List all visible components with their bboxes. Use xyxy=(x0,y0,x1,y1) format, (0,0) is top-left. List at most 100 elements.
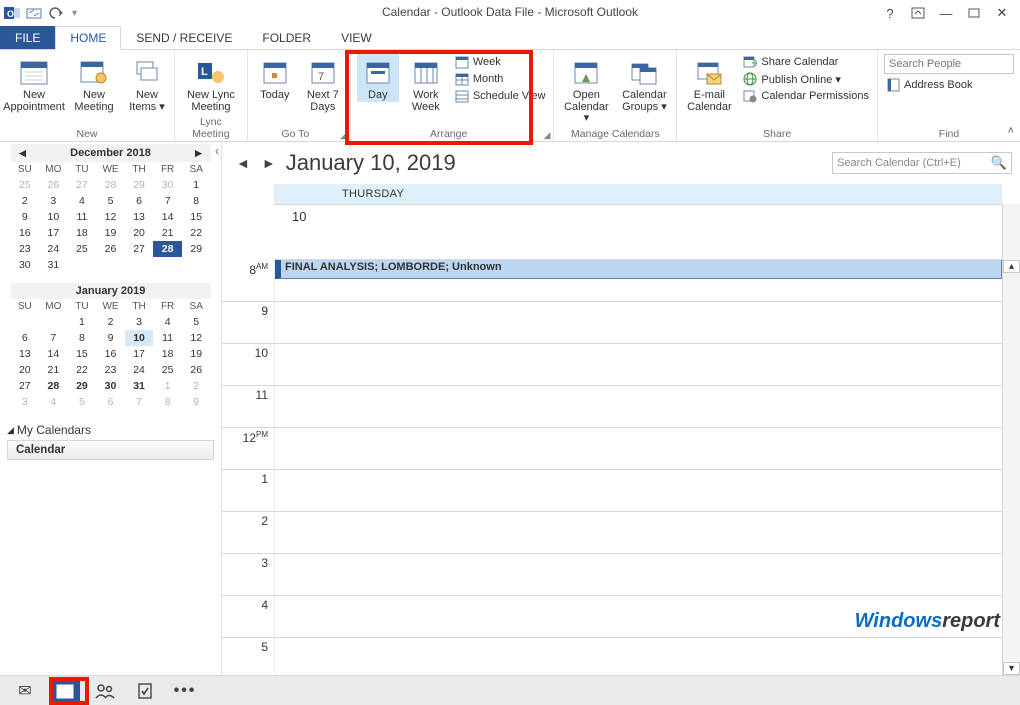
day-cell[interactable]: 8 xyxy=(182,193,211,209)
day-cell[interactable]: 25 xyxy=(68,241,97,257)
day-cell[interactable]: 30 xyxy=(153,177,182,193)
day-cell[interactable]: 7 xyxy=(125,394,154,410)
today-button[interactable]: Today xyxy=(254,54,296,102)
day-cell[interactable]: 26 xyxy=(39,177,68,193)
time-row[interactable]: 9 xyxy=(222,302,1002,344)
address-book-button[interactable]: Address Book xyxy=(884,77,974,93)
time-row[interactable]: 1 xyxy=(222,470,1002,512)
week-view-button[interactable]: Week xyxy=(453,54,548,70)
scroll-up-icon[interactable]: ▴ xyxy=(1003,260,1020,273)
day-view-button[interactable]: Day xyxy=(357,54,399,102)
tab-home[interactable]: HOME xyxy=(55,26,121,50)
day-cell[interactable]: 19 xyxy=(182,346,211,362)
tab-sendreceive[interactable]: SEND / RECEIVE xyxy=(121,26,247,49)
day-cell[interactable]: 17 xyxy=(39,225,68,241)
qat-sendreceive-icon[interactable] xyxy=(26,5,42,21)
day-cell[interactable]: 2 xyxy=(182,378,211,394)
qat-undo-icon[interactable] xyxy=(48,5,64,21)
day-cell[interactable]: 29 xyxy=(125,177,154,193)
time-row[interactable]: 2 xyxy=(222,512,1002,554)
day-cell[interactable]: 1 xyxy=(182,177,211,193)
time-cell[interactable] xyxy=(274,428,1002,469)
day-cell[interactable]: 22 xyxy=(68,362,97,378)
arrange-dialog-launcher[interactable]: ◢ xyxy=(543,130,550,141)
time-cell[interactable] xyxy=(274,344,1002,385)
day-cell[interactable]: 14 xyxy=(153,209,182,225)
time-grid[interactable]: 8AMFINAL ANALYSIS; LOMBORDE; Unknown9101… xyxy=(222,260,1020,675)
next-day-icon[interactable]: ► xyxy=(260,155,278,171)
day-cell[interactable]: 21 xyxy=(153,225,182,241)
time-row[interactable]: 10 xyxy=(222,344,1002,386)
day-cell[interactable]: 12 xyxy=(182,330,211,346)
day-cell[interactable]: 23 xyxy=(11,241,40,257)
day-cell[interactable]: 30 xyxy=(11,257,40,273)
tab-view[interactable]: VIEW xyxy=(326,26,387,49)
day-cell[interactable]: 29 xyxy=(182,241,211,257)
prev-month-icon[interactable]: ◄ xyxy=(15,146,31,160)
day-cell[interactable]: 26 xyxy=(96,241,125,257)
time-row[interactable]: 4 xyxy=(222,596,1002,638)
day-cell[interactable]: 22 xyxy=(182,225,211,241)
day-cell[interactable]: 2 xyxy=(11,193,40,209)
day-cell[interactable]: 11 xyxy=(68,209,97,225)
calendar-permissions-button[interactable]: Calendar Permissions xyxy=(741,88,871,104)
day-cell[interactable]: 1 xyxy=(68,314,97,330)
maximize-icon[interactable] xyxy=(966,5,982,21)
day-cell[interactable]: 28 xyxy=(153,241,182,257)
collapse-sidebar-icon[interactable]: ‹ xyxy=(215,144,219,158)
next7days-button[interactable]: 7 Next 7 Days xyxy=(302,54,344,113)
time-row[interactable]: 3 xyxy=(222,554,1002,596)
ribbon-display-icon[interactable] xyxy=(910,5,926,21)
time-cell[interactable] xyxy=(274,554,1002,595)
day-cell[interactable]: 12 xyxy=(96,209,125,225)
day-cell[interactable]: 28 xyxy=(39,378,68,394)
day-cell[interactable]: 8 xyxy=(68,330,97,346)
day-cell[interactable]: 9 xyxy=(96,330,125,346)
open-calendar-button[interactable]: Open Calendar ▾ xyxy=(560,54,612,125)
allday-area[interactable]: 10 xyxy=(274,204,1002,260)
schedule-view-button[interactable]: Schedule View xyxy=(453,88,548,104)
nav-tasks-icon[interactable] xyxy=(130,680,160,702)
day-cell[interactable]: 15 xyxy=(68,346,97,362)
day-cell[interactable]: 7 xyxy=(153,193,182,209)
time-row[interactable]: 5 xyxy=(222,638,1002,675)
day-cell[interactable]: 27 xyxy=(68,177,97,193)
day-cell[interactable]: 27 xyxy=(125,241,154,257)
day-cell[interactable]: 4 xyxy=(153,314,182,330)
day-cell[interactable]: 21 xyxy=(39,362,68,378)
time-row[interactable]: 12PM xyxy=(222,428,1002,470)
day-cell[interactable]: 28 xyxy=(96,177,125,193)
new-items-button[interactable]: New Items ▾ xyxy=(126,54,168,113)
day-cell[interactable]: 5 xyxy=(96,193,125,209)
nav-more-icon[interactable]: ••• xyxy=(170,680,200,702)
search-calendar-input[interactable]: Search Calendar (Ctrl+E) 🔍 xyxy=(832,152,1012,174)
time-row[interactable]: 8AMFINAL ANALYSIS; LOMBORDE; Unknown xyxy=(222,260,1002,302)
time-row[interactable]: 11 xyxy=(222,386,1002,428)
time-cell[interactable] xyxy=(274,386,1002,427)
goto-dialog-launcher[interactable]: ◢ xyxy=(340,130,347,141)
day-cell[interactable]: 20 xyxy=(11,362,40,378)
time-cell[interactable] xyxy=(274,470,1002,511)
nav-people-icon[interactable] xyxy=(90,680,120,702)
day-cell[interactable]: 29 xyxy=(68,378,97,394)
day-cell[interactable]: 24 xyxy=(125,362,154,378)
new-appointment-button[interactable]: New Appointment xyxy=(6,54,62,113)
day-cell[interactable]: 20 xyxy=(125,225,154,241)
new-lync-meeting-button[interactable]: L New Lync Meeting xyxy=(183,54,239,113)
day-cell[interactable]: 3 xyxy=(11,394,40,410)
publish-online-button[interactable]: Publish Online ▾ xyxy=(741,71,871,87)
email-calendar-button[interactable]: E-mail Calendar xyxy=(683,54,735,113)
new-meeting-button[interactable]: New Meeting xyxy=(68,54,120,113)
time-cell[interactable] xyxy=(274,302,1002,343)
day-cell[interactable]: 31 xyxy=(125,378,154,394)
day-cell[interactable]: 15 xyxy=(182,209,211,225)
calendar-item[interactable]: Calendar xyxy=(7,440,214,460)
minimize-icon[interactable]: — xyxy=(938,5,954,21)
day-cell[interactable]: 3 xyxy=(125,314,154,330)
close-icon[interactable]: ✕ xyxy=(994,5,1010,21)
day-cell[interactable]: 31 xyxy=(39,257,68,273)
day-cell[interactable]: 25 xyxy=(11,177,40,193)
nav-mail-icon[interactable]: ✉ xyxy=(10,680,40,702)
day-cell[interactable]: 10 xyxy=(125,330,154,346)
day-cell[interactable]: 17 xyxy=(125,346,154,362)
